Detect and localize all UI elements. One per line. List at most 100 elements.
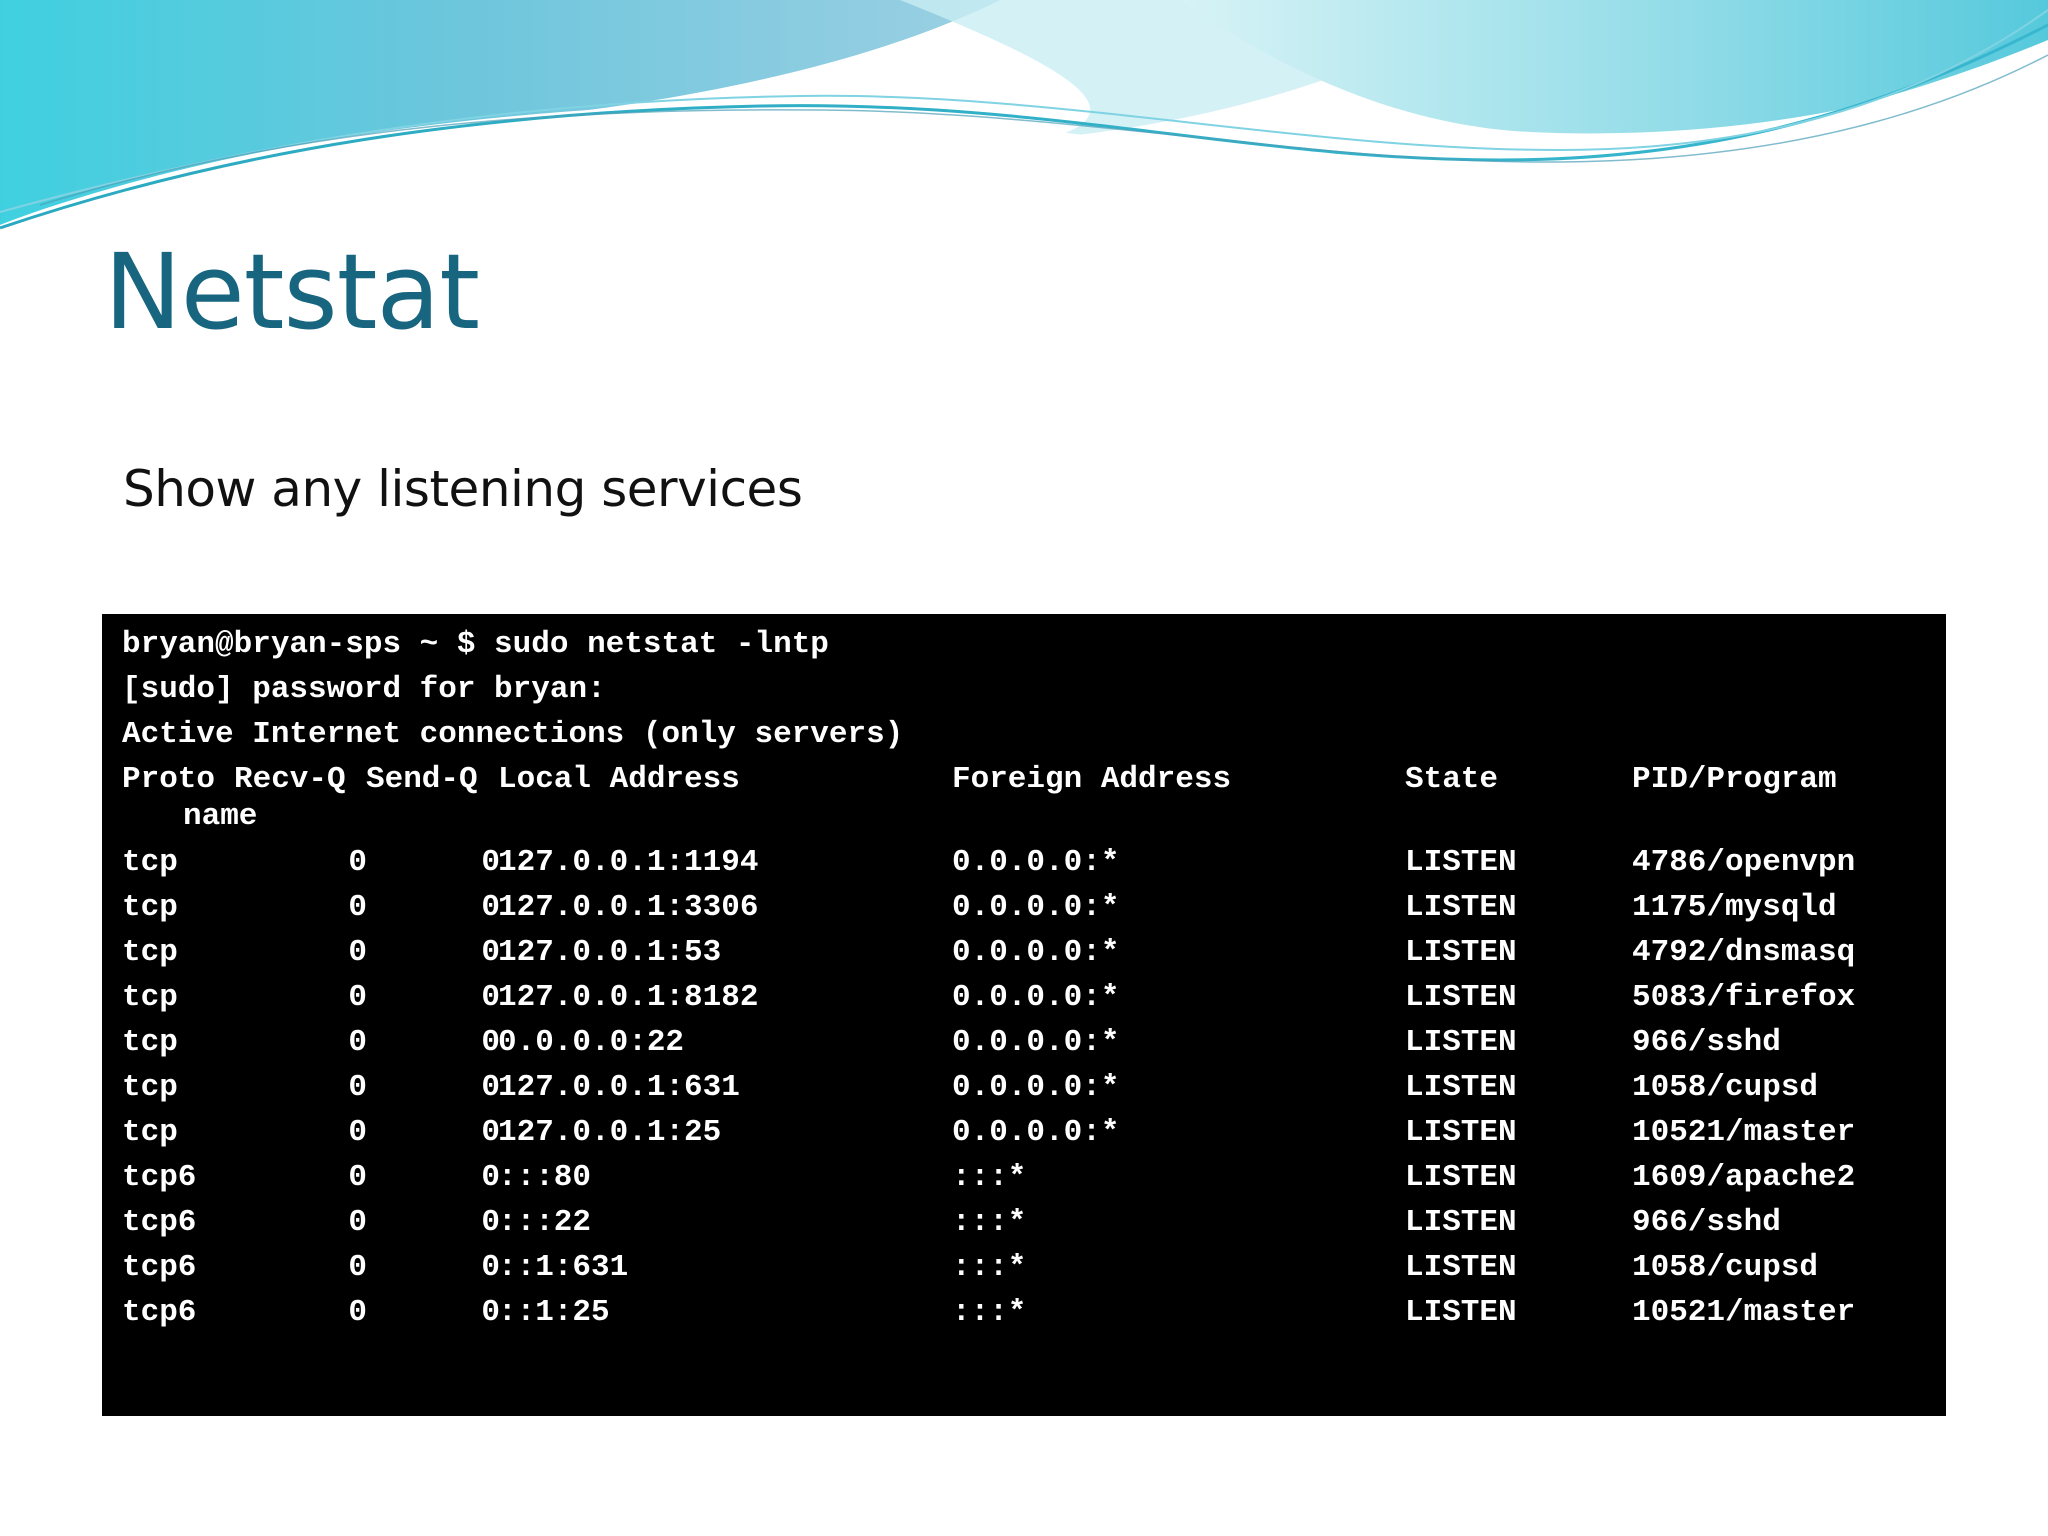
slide: Netstat Show any listening services brya…	[0, 0, 2048, 1536]
cell-send-q: 0	[481, 1205, 500, 1240]
header-proto: Proto	[122, 762, 216, 797]
cell-local-address: 127.0.0.1:8182	[498, 980, 759, 1015]
cell-pid-program: 5083/firefox	[1632, 980, 1856, 1015]
header-send-q: Send-Q	[366, 762, 478, 797]
cell-send-q: 0	[481, 845, 500, 880]
cell-recv-q: 0	[348, 1295, 367, 1330]
cell-foreign-address: :::*	[952, 1295, 1027, 1330]
table-row: tcp 0 0 127.0.0.1:3306 0.0.0.0:* LISTEN 1175/m…	[122, 885, 1946, 930]
cell-recv-q: 0	[348, 890, 367, 925]
table-row: tcp6 0 0:::80:::* LISTEN 1609/apache2	[122, 1155, 1946, 1200]
cell-state: LISTEN	[1405, 1250, 1517, 1285]
cell-recv-q: 0	[348, 935, 367, 970]
cell-pid-program: 10521/master	[1632, 1295, 1856, 1330]
table-row: tcp 0 0 127.0.0.1:53 0.0.0.0:* LISTEN 4792/dns…	[122, 930, 1946, 975]
cell-pid-program: 10521/master	[1632, 1115, 1856, 1150]
cell-state: LISTEN	[1405, 980, 1517, 1015]
cell-state: LISTEN	[1405, 845, 1517, 880]
info-line: Active Internet connections (only server…	[122, 717, 904, 752]
cell-foreign-address: :::*	[952, 1250, 1027, 1285]
cell-recv-q: 0	[348, 1070, 367, 1105]
cell-proto: tcp	[122, 980, 178, 1015]
cell-recv-q: 0	[348, 1115, 367, 1150]
table-row: tcp6 0 0::1:631:::* LISTEN 1058/cupsd	[122, 1245, 1946, 1290]
header-recv-q: Recv-Q	[234, 762, 346, 797]
cell-send-q: 0	[481, 1025, 500, 1060]
cell-state: LISTEN	[1405, 1070, 1517, 1105]
table-row: tcp 0 0 127.0.0.1:631 0.0.0.0:* LISTEN 1058/cu…	[122, 1065, 1946, 1110]
terminal-output: bryan@bryan-sps ~ $ sudo netstat -lntp […	[102, 614, 1946, 1416]
table-row: tcp 0 0 127.0.0.1:25 0.0.0.0:* LISTEN 10521/ma…	[122, 1110, 1946, 1155]
cell-proto: tcp6	[122, 1295, 197, 1330]
cell-local-address: :::22	[498, 1205, 592, 1240]
sudo-prompt: [sudo] password for bryan:	[122, 672, 606, 707]
cell-send-q: 0	[481, 1295, 500, 1330]
table-body: tcp 0 0 127.0.0.1:1194 0.0.0.0:* LISTEN 4786/o…	[122, 840, 1946, 1335]
cell-proto: tcp	[122, 1025, 178, 1060]
cell-pid-program: 1609/apache2	[1632, 1160, 1856, 1195]
command-line: bryan@bryan-sps ~ $ sudo netstat -lntp	[122, 627, 829, 662]
cell-recv-q: 0	[348, 1160, 367, 1195]
cell-pid-program: 966/sshd	[1632, 1205, 1781, 1240]
cell-proto: tcp6	[122, 1160, 197, 1195]
cell-pid-program: 4792/dnsmasq	[1632, 935, 1856, 970]
cell-send-q: 0	[481, 935, 500, 970]
cell-proto: tcp	[122, 1115, 178, 1150]
table-row: tcp6 0 0:::22:::* LISTEN 966/sshd	[122, 1200, 1946, 1245]
table-row: tcp 0 0 127.0.0.1:1194 0.0.0.0:* LISTEN 4786/o…	[122, 840, 1946, 885]
slide-subtitle: Show any listening services	[123, 460, 803, 518]
cell-state: LISTEN	[1405, 890, 1517, 925]
cell-proto: tcp	[122, 1070, 178, 1105]
table-row: tcp6 0 0::1:25:::* LISTEN 10521/master	[122, 1290, 1946, 1335]
cell-recv-q: 0	[348, 1025, 367, 1060]
cell-recv-q: 0	[348, 1205, 367, 1240]
table-row: tcp 0 0 0.0.0.0:22 0.0.0.0:* LISTEN 966/sshd	[122, 1020, 1946, 1065]
table-row: tcp 0 0 127.0.0.1:8182 0.0.0.0:* LISTEN 5083/f…	[122, 975, 1946, 1020]
cell-local-address: 127.0.0.1:631	[498, 1070, 740, 1105]
cell-state: LISTEN	[1405, 1295, 1517, 1330]
cell-pid-program: 4786/openvpn	[1632, 845, 1856, 880]
cell-recv-q: 0	[348, 1250, 367, 1285]
cell-recv-q: 0	[348, 845, 367, 880]
table-header: Proto Recv-Q Send-Q Local Address Foreig…	[122, 757, 1946, 802]
cell-foreign-address: 0.0.0.0:*	[952, 1025, 1120, 1060]
cell-state: LISTEN	[1405, 1025, 1517, 1060]
cell-foreign-address: 0.0.0.0:*	[952, 980, 1120, 1015]
cell-send-q: 0	[481, 980, 500, 1015]
header-local-address: Local Address	[498, 762, 740, 797]
cell-foreign-address: 0.0.0.0:*	[952, 890, 1120, 925]
cell-local-address: 127.0.0.1:53	[498, 935, 722, 970]
cell-send-q: 0	[481, 1115, 500, 1150]
cell-send-q: 0	[481, 890, 500, 925]
cell-state: LISTEN	[1405, 1205, 1517, 1240]
cell-local-address: 127.0.0.1:25	[498, 1115, 722, 1150]
header-pid-program: PID/Program	[1632, 762, 1837, 797]
cell-proto: tcp6	[122, 1205, 197, 1240]
cell-pid-program: 1175/mysqld	[1632, 890, 1837, 925]
cell-foreign-address: :::*	[952, 1160, 1027, 1195]
cell-local-address: 0.0.0.0:22	[498, 1025, 685, 1060]
cell-local-address: ::1:25	[498, 1295, 610, 1330]
cell-state: LISTEN	[1405, 1115, 1517, 1150]
cell-send-q: 0	[481, 1070, 500, 1105]
slide-title: Netstat	[104, 231, 480, 353]
cell-foreign-address: :::*	[952, 1205, 1027, 1240]
cell-state: LISTEN	[1405, 935, 1517, 970]
cell-proto: tcp	[122, 890, 178, 925]
cell-foreign-address: 0.0.0.0:*	[952, 1115, 1120, 1150]
cell-send-q: 0	[481, 1250, 500, 1285]
cell-pid-program: 1058/cupsd	[1632, 1250, 1819, 1285]
cell-foreign-address: 0.0.0.0:*	[952, 1070, 1120, 1105]
cell-foreign-address: 0.0.0.0:*	[952, 845, 1120, 880]
cell-proto: tcp	[122, 845, 178, 880]
cell-pid-program: 966/sshd	[1632, 1025, 1781, 1060]
cell-state: LISTEN	[1405, 1160, 1517, 1195]
header-state: State	[1405, 762, 1499, 797]
cell-local-address: 127.0.0.1:1194	[498, 845, 759, 880]
cell-local-address: ::1:631	[498, 1250, 629, 1285]
header-foreign-address: Foreign Address	[952, 762, 1232, 797]
cell-pid-program: 1058/cupsd	[1632, 1070, 1819, 1105]
cell-recv-q: 0	[348, 980, 367, 1015]
cell-proto: tcp6	[122, 1250, 197, 1285]
cell-send-q: 0	[481, 1160, 500, 1195]
